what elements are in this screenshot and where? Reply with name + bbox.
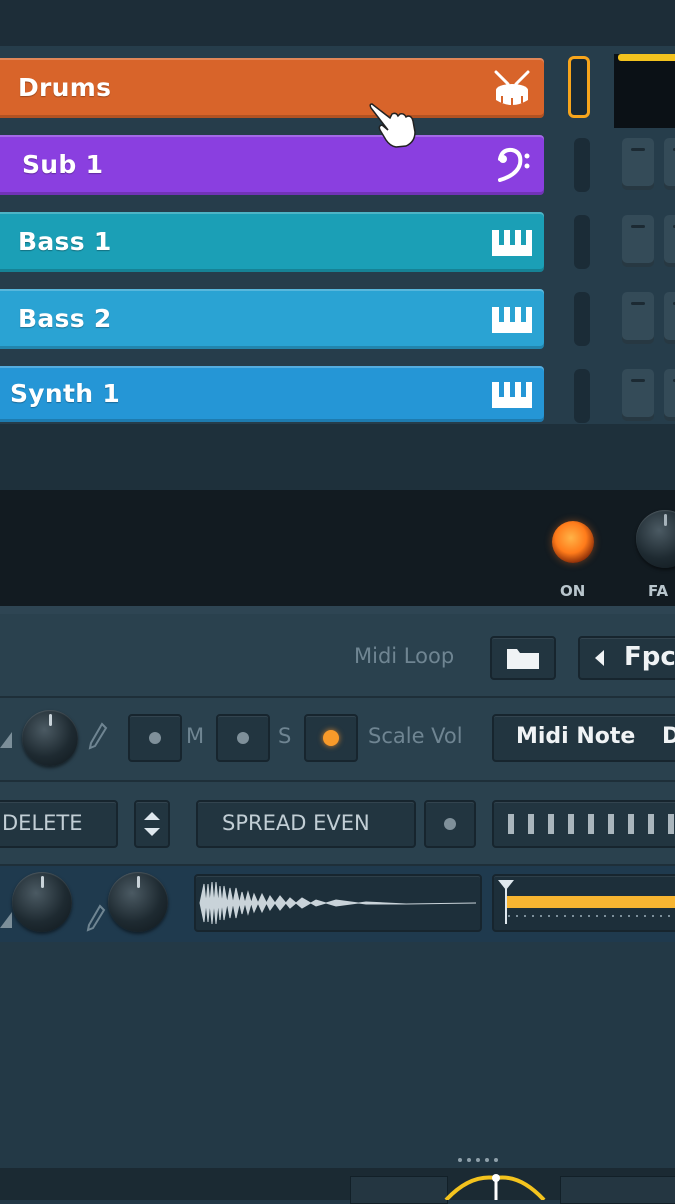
channel-select-slot[interactable] (574, 138, 590, 192)
midi-note-selector[interactable]: Midi Note D (492, 714, 675, 762)
bottom-toolbar (0, 1158, 675, 1204)
up-down-arrows-icon (144, 812, 160, 836)
step-button[interactable] (622, 369, 654, 421)
volume-knob[interactable] (22, 710, 78, 766)
channel-button-drums[interactable]: Drums (0, 58, 544, 118)
channel-label: Synth 1 (10, 379, 121, 408)
pitch-knob[interactable] (108, 872, 168, 932)
step-button[interactable] (622, 138, 654, 190)
channel-select-slot[interactable] (574, 369, 590, 423)
fade-label: FA (648, 582, 669, 600)
up-down-spinner[interactable] (134, 800, 170, 848)
rack-footer (0, 424, 675, 490)
scale-vol-label: Scale Vol (368, 724, 463, 748)
envelope-curve-icon (444, 1174, 546, 1200)
spread-even-label: SPREAD EVEN (222, 811, 370, 835)
preset-name: Fpc (624, 642, 675, 672)
arrow-left-icon[interactable] (592, 648, 606, 668)
midi-loop-browse-button[interactable] (490, 636, 556, 680)
sample-position-slider[interactable] (492, 874, 675, 932)
waveform-icon (199, 881, 477, 925)
resize-grip-icon[interactable] (456, 1156, 506, 1164)
top-toolbar-strip (0, 0, 675, 46)
channel-label: Bass 1 (18, 227, 112, 256)
channel-button-sub-1[interactable]: Sub 1 (0, 135, 544, 195)
small-triangle-icon (0, 732, 12, 748)
channel-button-bass-1[interactable]: Bass 1 (0, 212, 544, 272)
slider-track-icon (498, 880, 675, 924)
bass-clef-icon (498, 147, 530, 182)
step-button[interactable] (664, 292, 675, 344)
step-button[interactable] (664, 369, 675, 421)
step-sequencer-region[interactable] (614, 54, 675, 128)
channel-label: Drums (18, 73, 112, 102)
midi-note-value: D (662, 724, 675, 749)
pencil-icon (88, 722, 108, 750)
mute-button[interactable] (128, 714, 182, 762)
empty-workspace (0, 942, 675, 1200)
piano-keys-icon (492, 307, 532, 333)
channel-label: Sub 1 (22, 150, 104, 179)
channel-button-synth-1[interactable]: Synth 1 (0, 366, 544, 422)
midi-loop-label: Midi Loop (354, 644, 455, 668)
channel-select-slot[interactable] (574, 292, 590, 346)
sample-waveform-display[interactable] (194, 874, 482, 932)
step-button[interactable] (622, 215, 654, 267)
step-pattern-display[interactable] (492, 800, 675, 848)
step-button[interactable] (622, 292, 654, 344)
step-ticks-icon (508, 814, 674, 834)
delete-label: DELETE (2, 811, 83, 835)
playlist-position-bar (618, 54, 675, 61)
midi-note-label: Midi Note (516, 724, 636, 749)
spread-toggle-button[interactable] (424, 800, 476, 848)
spread-even-button[interactable]: SPREAD EVEN (196, 800, 416, 848)
fade-knob[interactable] (636, 510, 675, 568)
piano-keys-icon (492, 230, 532, 256)
pan-knob[interactable] (12, 872, 72, 932)
fx-panel: ON FA (0, 490, 675, 610)
selected-channel-indicator[interactable] (568, 56, 590, 118)
on-label: ON (560, 582, 586, 600)
channel-select-slot[interactable] (574, 215, 590, 269)
fx-panel-edge (0, 606, 675, 614)
step-button[interactable] (664, 215, 675, 267)
folder-icon (507, 649, 539, 669)
small-triangle-icon (0, 912, 12, 928)
solo-label: S (278, 724, 292, 748)
drum-icon (494, 70, 530, 105)
on-toggle-button[interactable] (552, 521, 594, 563)
channel-button-bass-2[interactable]: Bass 2 (0, 289, 544, 349)
delete-button[interactable]: DELETE (0, 800, 118, 848)
channel-settings-panel: Midi Loop Fpc M S Scale Vol Midi Note D … (0, 614, 675, 942)
channel-rack: Drums Sub 1 Bass 1 Bass 2 Synth 1 (0, 46, 675, 424)
scale-vol-toggle[interactable] (304, 714, 358, 762)
channel-label: Bass 2 (18, 304, 112, 333)
pencil-icon (86, 904, 106, 932)
mute-label: M (186, 724, 205, 748)
solo-button[interactable] (216, 714, 270, 762)
piano-keys-icon (492, 382, 532, 408)
hand-cursor-icon (369, 103, 416, 148)
step-button[interactable] (664, 138, 675, 190)
preset-selector[interactable]: Fpc (578, 636, 675, 680)
